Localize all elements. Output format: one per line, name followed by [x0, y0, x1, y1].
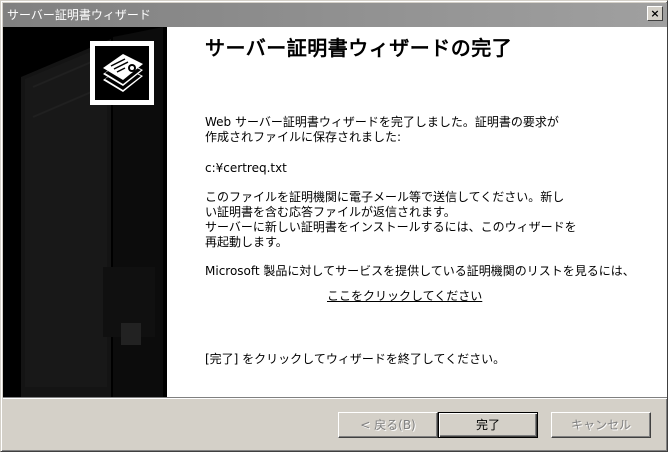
window-title: サーバー証明書ウィザード: [7, 8, 151, 22]
back-button[interactable]: < 戻る(B): [338, 412, 438, 438]
button-separator: [3, 397, 667, 399]
instruction-text-line-1: このファイルを証明機関に電子メール等で送信してください。新し: [205, 190, 565, 204]
wizard-window: サーバー証明書ウィザード × サーバー証明書ウィザードの完了 Web サーバー証…: [0, 0, 668, 452]
completion-text-line-2: 作成されファイルに保存されました:: [205, 130, 402, 144]
finish-button[interactable]: 完了: [438, 412, 538, 438]
finish-instruction: [完了] をクリックしてウィザードを終了してください。: [205, 352, 506, 366]
close-button[interactable]: ×: [647, 6, 663, 21]
certificate-stack-icon: [103, 54, 143, 92]
completion-text-line-1: Web サーバー証明書ウィザードを完了しました。証明書の要求が: [205, 115, 559, 129]
instruction-text-line-4: 再起動します。: [205, 235, 288, 249]
wizard-sidebar: [3, 27, 167, 397]
close-icon: ×: [650, 7, 660, 20]
page-title: サーバー証明書ウィザードの完了: [205, 36, 513, 60]
title-bar[interactable]: サーバー証明書ウィザード ×: [3, 3, 667, 27]
instruction-text-line-2: い証明書を含む応答ファイルが返信されます。: [205, 205, 456, 219]
ca-list-text: Microsoft 製品に対してサービスを提供している証明機関のリストを見るには…: [205, 264, 635, 278]
ca-list-link[interactable]: ここをクリックしてください: [327, 290, 482, 302]
wizard-logo: [90, 41, 154, 105]
instruction-text-line-3: サーバーに新しい証明書をインストールするには、このウィザードを: [205, 220, 577, 234]
cancel-button[interactable]: キャンセル: [551, 412, 651, 438]
wizard-content: サーバー証明書ウィザードの完了 Web サーバー証明書ウィザードを完了しました。…: [167, 27, 667, 397]
request-file-path: c:¥certreq.txt: [205, 161, 287, 175]
